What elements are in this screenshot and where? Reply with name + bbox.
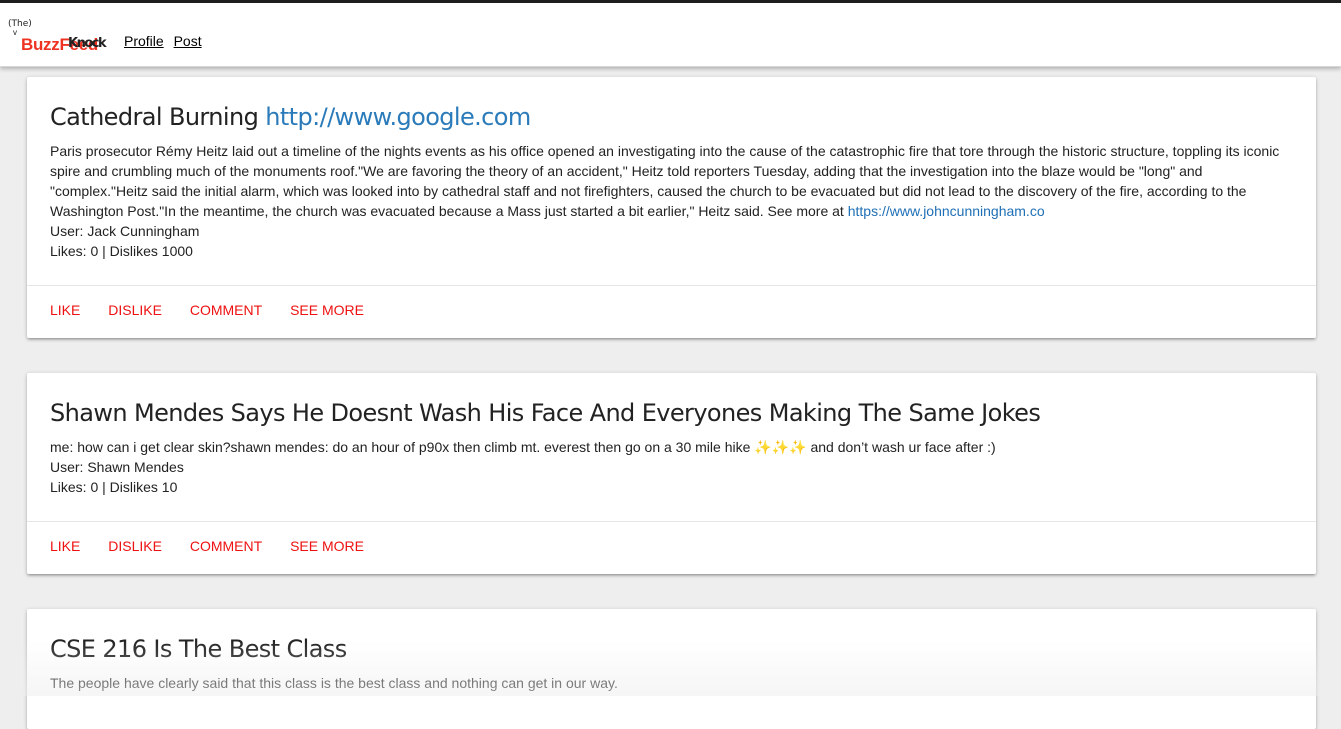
like-button[interactable]: LIKE [50,302,80,318]
post-body: Shawn Mendes Says He Doesnt Wash His Fac… [27,373,1316,521]
post-title: CSE 216 Is The Best Class [50,635,347,663]
dislike-button[interactable]: DISLIKE [108,538,162,554]
comment-button[interactable]: COMMENT [190,302,262,318]
post-text: Paris prosecutor Rémy Heitz laid out a t… [50,141,1293,221]
nav-links: Profile Post [124,33,208,49]
post-text-link[interactable]: https://www.johncunningham.co [848,203,1045,219]
comment-button[interactable]: COMMENT [190,538,262,554]
like-button[interactable]: LIKE [50,538,80,554]
post-likes: Likes: 0 | Dislikes 10 [50,479,178,495]
post-user: User: Shawn Mendes [50,459,184,475]
post-likes: Likes: 0 | Dislikes 1000 [50,243,193,259]
post-card: CSE 216 Is The Best Class The people hav… [27,609,1316,729]
feed: Cathedral Burning http://www.google.com … [0,67,1341,729]
post-actions: LIKE DISLIKE COMMENT SEE MORE [27,285,1316,337]
post-title: Shawn Mendes Says He Doesnt Wash His Fac… [50,399,1041,427]
post-title: Cathedral Burning http://www.google.com [50,101,1293,133]
post-title-link[interactable]: http://www.google.com [265,103,531,131]
see-more-button[interactable]: SEE MORE [290,538,364,554]
logo[interactable]: (The) v BuzzFeed Knock [8,19,108,55]
post-user: User: Jack Cunningham [50,223,200,239]
post-card: Shawn Mendes Says He Doesnt Wash His Fac… [27,373,1316,574]
nav-link-post[interactable]: Post [174,33,202,49]
caret-icon: v [13,28,17,37]
post-title-text: Cathedral Burning [50,103,259,131]
navbar: (The) v BuzzFeed Knock Profile Post [0,3,1341,67]
logo-the: (The) [8,19,32,29]
logo-scribble: Knock [68,36,107,51]
nav-link-profile[interactable]: Profile [124,33,164,49]
post-text: me: how can i get clear skin?shawn mende… [50,439,996,455]
post-text: The people have clearly said that this c… [50,675,618,691]
see-more-button[interactable]: SEE MORE [290,302,364,318]
post-body: Cathedral Burning http://www.google.com … [27,77,1316,285]
post-card: Cathedral Burning http://www.google.com … [27,77,1316,338]
dislike-button[interactable]: DISLIKE [108,302,162,318]
post-body: CSE 216 Is The Best Class The people hav… [27,609,1316,717]
post-actions: LIKE DISLIKE COMMENT SEE MORE [27,521,1316,573]
post-text-body: Paris prosecutor Rémy Heitz laid out a t… [50,143,1280,219]
